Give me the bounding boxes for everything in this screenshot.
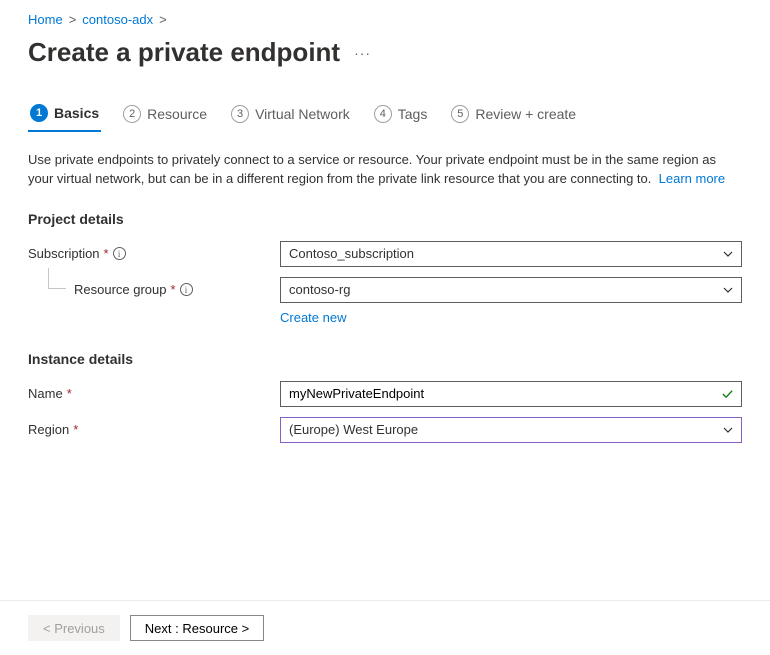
wizard-footer: < Previous Next : Resource >	[0, 600, 770, 655]
tab-resource[interactable]: 2 Resource	[121, 98, 209, 132]
tab-label: Tags	[398, 106, 428, 122]
tab-virtual-network[interactable]: 3 Virtual Network	[229, 98, 352, 132]
section-instance-details: Instance details	[28, 351, 742, 367]
breadcrumb-separator: >	[69, 12, 77, 27]
tab-label: Resource	[147, 106, 207, 122]
breadcrumb: Home > contoso-adx >	[28, 12, 742, 27]
check-icon	[721, 387, 734, 400]
more-actions-icon[interactable]: ···	[354, 45, 371, 61]
subscription-label: Subscription * i	[28, 246, 280, 261]
resource-group-select[interactable]: contoso-rg	[280, 277, 742, 303]
step-number-icon: 1	[30, 104, 48, 122]
step-number-icon: 4	[374, 105, 392, 123]
tab-description: Use private endpoints to privately conne…	[28, 151, 742, 189]
page-title: Create a private endpoint	[28, 37, 340, 68]
create-new-link[interactable]: Create new	[280, 310, 346, 325]
tab-basics[interactable]: 1 Basics	[28, 98, 101, 132]
step-number-icon: 3	[231, 105, 249, 123]
wizard-tabs: 1 Basics 2 Resource 3 Virtual Network 4 …	[28, 98, 742, 133]
region-label: Region *	[28, 422, 280, 437]
region-select[interactable]: (Europe) West Europe	[280, 417, 742, 443]
previous-button: < Previous	[28, 615, 120, 641]
learn-more-link[interactable]: Learn more	[659, 171, 725, 186]
tab-review-create[interactable]: 5 Review + create	[449, 98, 578, 132]
step-number-icon: 5	[451, 105, 469, 123]
tab-tags[interactable]: 4 Tags	[372, 98, 430, 132]
tab-label: Basics	[54, 105, 99, 121]
next-button[interactable]: Next : Resource >	[130, 615, 264, 641]
resource-group-label: Resource group * i	[28, 282, 280, 297]
info-icon[interactable]: i	[180, 283, 193, 296]
subscription-select[interactable]: Contoso_subscription	[280, 241, 742, 267]
name-label: Name *	[28, 386, 280, 401]
breadcrumb-separator: >	[159, 12, 167, 27]
info-icon[interactable]: i	[113, 247, 126, 260]
tab-label: Virtual Network	[255, 106, 350, 122]
section-project-details: Project details	[28, 211, 742, 227]
breadcrumb-item-1[interactable]: contoso-adx	[82, 12, 153, 27]
breadcrumb-home[interactable]: Home	[28, 12, 63, 27]
step-number-icon: 2	[123, 105, 141, 123]
name-input[interactable]	[280, 381, 742, 407]
tab-label: Review + create	[475, 106, 576, 122]
